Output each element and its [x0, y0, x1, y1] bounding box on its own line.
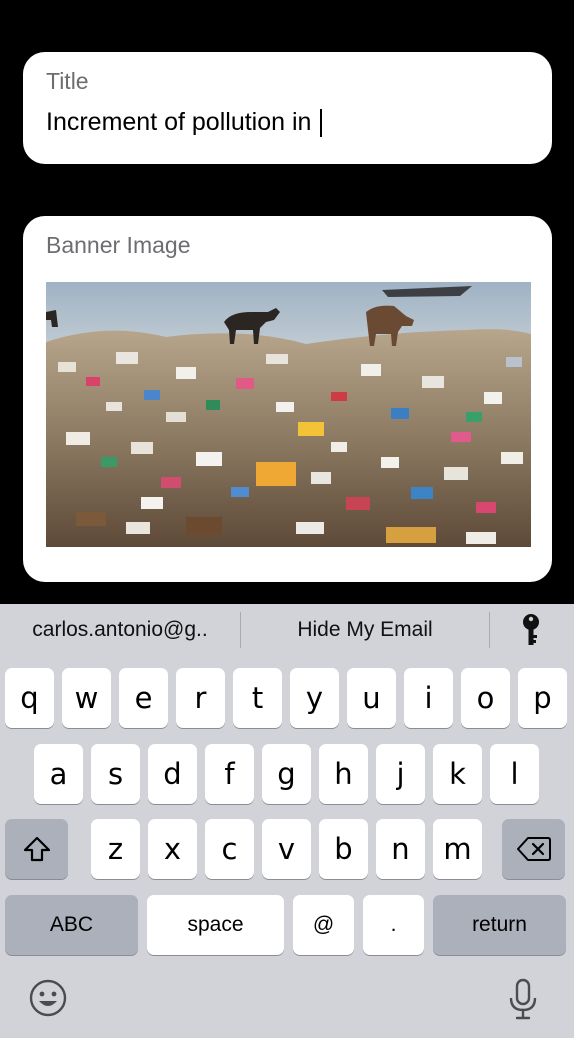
autofill-bar: carlos.antonio@g.. Hide My Email — [0, 604, 574, 656]
title-field-card[interactable]: Title Increment of pollution in — [23, 52, 552, 164]
key-r[interactable]: r — [176, 668, 225, 728]
microphone-icon — [509, 978, 537, 1020]
emoji-icon — [29, 979, 67, 1017]
suggestion-email[interactable]: carlos.antonio@g.. — [0, 604, 240, 656]
key-a[interactable]: a — [34, 744, 83, 804]
title-input[interactable]: Increment of pollution in — [46, 108, 323, 137]
emoji-button[interactable] — [24, 976, 72, 1020]
at-key[interactable]: @ — [293, 895, 354, 955]
title-input-value: Increment of pollution in — [46, 108, 312, 136]
backspace-key[interactable] — [502, 819, 565, 879]
key-w[interactable]: w — [62, 668, 111, 728]
banner-image-label: Banner Image — [46, 232, 191, 258]
dictation-button[interactable] — [500, 976, 546, 1022]
key-q[interactable]: q — [5, 668, 54, 728]
banner-image[interactable] — [46, 282, 531, 547]
key-b[interactable]: b — [319, 819, 368, 879]
dot-key[interactable]: . — [363, 895, 424, 955]
key-icon — [523, 614, 539, 645]
key-o[interactable]: o — [461, 668, 510, 728]
banner-image-card[interactable]: Banner Image — [23, 216, 552, 582]
shift-key[interactable] — [5, 819, 68, 879]
key-v[interactable]: v — [262, 819, 311, 879]
return-key[interactable]: return — [433, 895, 566, 955]
key-x[interactable]: x — [148, 819, 197, 879]
shift-icon — [23, 836, 50, 862]
key-d[interactable]: d — [148, 744, 197, 804]
key-j[interactable]: j — [376, 744, 425, 804]
key-l[interactable]: l — [490, 744, 539, 804]
key-z[interactable]: z — [91, 819, 140, 879]
key-c[interactable]: c — [205, 819, 254, 879]
key-g[interactable]: g — [262, 744, 311, 804]
key-s[interactable]: s — [91, 744, 140, 804]
key-f[interactable]: f — [205, 744, 254, 804]
text-cursor — [320, 108, 323, 137]
passwords-key-button[interactable] — [490, 604, 572, 656]
keyboard: carlos.antonio@g.. Hide My Email q w e r… — [0, 604, 574, 1038]
key-t[interactable]: t — [233, 668, 282, 728]
suggestion-hide-my-email[interactable]: Hide My Email — [241, 604, 489, 656]
key-n[interactable]: n — [376, 819, 425, 879]
abc-key[interactable]: ABC — [5, 895, 138, 955]
key-u[interactable]: u — [347, 668, 396, 728]
key-e[interactable]: e — [119, 668, 168, 728]
screen: Title Increment of pollution in Banner I… — [0, 0, 574, 1038]
backspace-icon — [516, 837, 551, 861]
key-m[interactable]: m — [433, 819, 482, 879]
title-label: Title — [46, 68, 89, 94]
key-i[interactable]: i — [404, 668, 453, 728]
key-k[interactable]: k — [433, 744, 482, 804]
key-h[interactable]: h — [319, 744, 368, 804]
space-key[interactable]: space — [147, 895, 284, 955]
key-p[interactable]: p — [518, 668, 567, 728]
key-y[interactable]: y — [290, 668, 339, 728]
